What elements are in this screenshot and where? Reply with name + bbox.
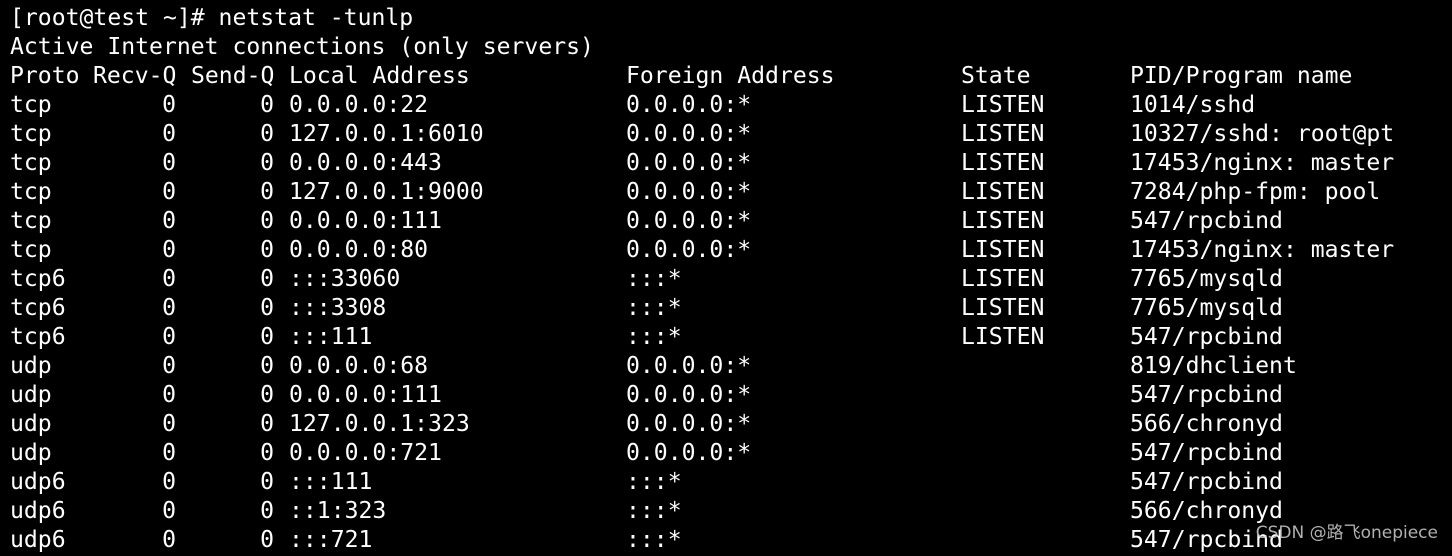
cell-local-address: ::1:323 [289, 498, 387, 524]
column-header-recv-q: Recv-Q [93, 63, 177, 89]
cell-foreign-address: :::* [626, 498, 682, 524]
cell-local-address: 0.0.0.0:443 [289, 150, 442, 176]
column-header-state: State [961, 63, 1031, 89]
cell-send-q: 0 [260, 295, 274, 321]
cell-foreign-address: 0.0.0.0:* [626, 179, 752, 205]
cell-foreign-address: 0.0.0.0:* [626, 440, 752, 466]
cell-send-q: 0 [260, 150, 274, 176]
cell-local-address: 0.0.0.0:22 [289, 92, 429, 118]
cell-state: LISTEN [961, 150, 1045, 176]
cell-foreign-address: 0.0.0.0:* [626, 237, 752, 263]
cell-pid-program: 547/rpcbind [1130, 382, 1283, 408]
cell-foreign-address: 0.0.0.0:* [626, 353, 752, 379]
cell-pid-program: 547/rpcbind [1130, 469, 1283, 495]
cell-send-q: 0 [260, 382, 274, 408]
cell-pid-program: 547/rpcbind [1130, 324, 1283, 350]
cell-pid-program: 10327/sshd: root@pt [1130, 121, 1395, 147]
cell-local-address: 0.0.0.0:68 [289, 353, 429, 379]
table-header-row: Proto Recv-Q Send-Q Local Address Foreig… [10, 62, 1352, 91]
cell-local-address: :::111 [289, 324, 373, 350]
cell-foreign-address: :::* [626, 324, 682, 350]
cell-local-address: 0.0.0.0:111 [289, 382, 442, 408]
cell-foreign-address: :::* [626, 266, 682, 292]
cell-local-address: :::3308 [289, 295, 387, 321]
cell-send-q: 0 [260, 208, 274, 234]
cell-pid-program: 7284/php-fpm: pool [1130, 179, 1381, 205]
cell-local-address: :::111 [289, 469, 373, 495]
cell-local-address: :::33060 [289, 266, 401, 292]
column-header-foreign-address: Foreign Address [626, 63, 835, 89]
cell-local-address: 127.0.0.1:6010 [289, 121, 484, 147]
cell-send-q: 0 [260, 324, 274, 350]
cell-send-q: 0 [260, 121, 274, 147]
cell-send-q: 0 [260, 411, 274, 437]
terminal-window[interactable]: [root@test ~]# netstat -tunlp Active Int… [0, 0, 1452, 556]
command-prompt-line: [root@test ~]# netstat -tunlp [10, 5, 414, 31]
cell-send-q: 0 [260, 92, 274, 118]
cell-local-address: :::721 [289, 527, 373, 553]
cell-send-q: 0 [260, 498, 274, 524]
cell-pid-program: 566/chronyd [1130, 411, 1283, 437]
cell-send-q: 0 [260, 237, 274, 263]
cell-send-q: 0 [260, 440, 274, 466]
cell-state: LISTEN [961, 295, 1045, 321]
cell-send-q: 0 [260, 179, 274, 205]
cell-foreign-address: :::* [626, 295, 682, 321]
watermark: CSDN @路飞onepiece [1255, 523, 1438, 543]
cell-pid-program: 1014/sshd [1130, 92, 1256, 118]
cell-pid-program: 7765/mysqld [1130, 266, 1283, 292]
cell-pid-program: 7765/mysqld [1130, 295, 1283, 321]
column-header-send-q: Send-Q [191, 63, 275, 89]
cell-send-q: 0 [260, 527, 274, 553]
cell-foreign-address: :::* [626, 469, 682, 495]
cell-foreign-address: 0.0.0.0:* [626, 121, 752, 147]
cell-foreign-address: :::* [626, 527, 682, 553]
cell-send-q: 0 [260, 353, 274, 379]
cell-state: LISTEN [961, 92, 1045, 118]
output-subtitle: Active Internet connections (only server… [10, 34, 594, 60]
cell-send-q: 0 [260, 266, 274, 292]
column-header-local-address: Local Address [289, 63, 470, 89]
cell-pid-program: 17453/nginx: master [1130, 237, 1395, 263]
cell-foreign-address: 0.0.0.0:* [626, 411, 752, 437]
column-header-proto: Proto [10, 63, 80, 89]
cell-local-address: 127.0.0.1:323 [289, 411, 470, 437]
cell-local-address: 0.0.0.0:111 [289, 208, 442, 234]
cell-pid-program: 819/dhclient [1130, 353, 1297, 379]
cell-state: LISTEN [961, 266, 1045, 292]
cell-state: LISTEN [961, 179, 1045, 205]
column-header-pid-program: PID/Program name [1130, 63, 1353, 89]
cell-local-address: 127.0.0.1:9000 [289, 179, 484, 205]
cell-pid-program: 17453/nginx: master [1130, 150, 1395, 176]
cell-pid-program: 547/rpcbind [1130, 440, 1283, 466]
cell-state: LISTEN [961, 237, 1045, 263]
cell-pid-program: 547/rpcbind [1130, 208, 1283, 234]
cell-foreign-address: 0.0.0.0:* [626, 208, 752, 234]
cell-send-q: 0 [260, 469, 274, 495]
cell-foreign-address: 0.0.0.0:* [626, 382, 752, 408]
cell-local-address: 0.0.0.0:721 [289, 440, 442, 466]
cell-state: LISTEN [961, 121, 1045, 147]
cell-foreign-address: 0.0.0.0:* [626, 150, 752, 176]
cell-local-address: 0.0.0.0:80 [289, 237, 429, 263]
cell-foreign-address: 0.0.0.0:* [626, 92, 752, 118]
cell-state: LISTEN [961, 324, 1045, 350]
cell-state: LISTEN [961, 208, 1045, 234]
